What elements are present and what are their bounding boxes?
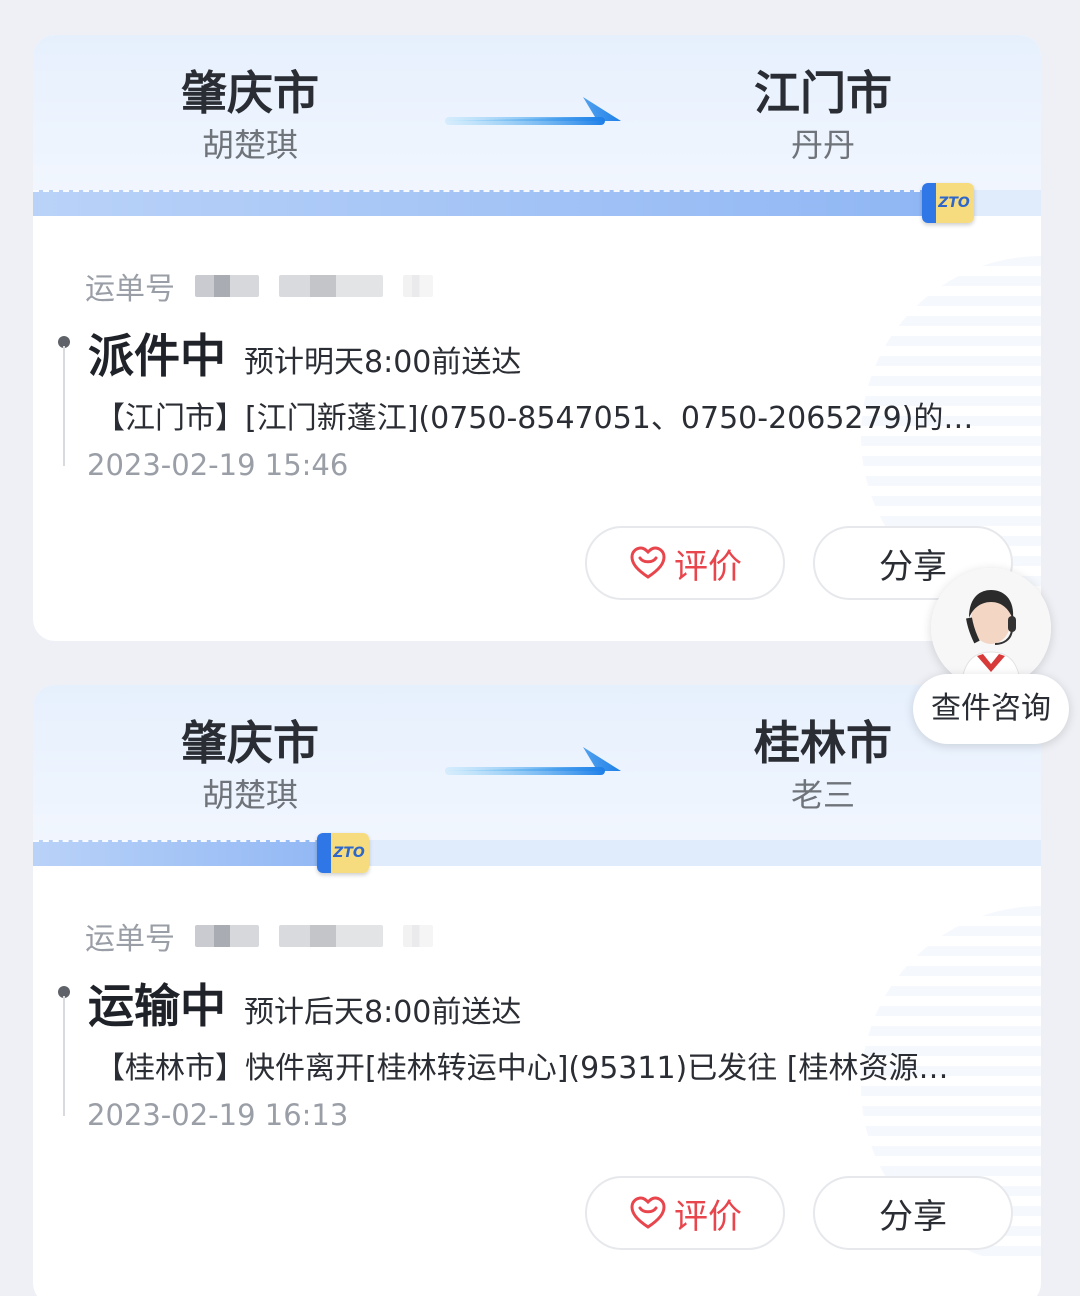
progress-track bbox=[33, 190, 1041, 216]
route-arrow-icon bbox=[445, 747, 621, 775]
rate-label: 评价 bbox=[674, 1196, 742, 1237]
shipment-body: 运单号 运输中 预计后天8:00前送达 【桂林市】快件离开[桂林转运中心](95… bbox=[33, 866, 1041, 1296]
waybill-number[interactable]: 运单号 bbox=[85, 916, 433, 957]
heart-icon bbox=[630, 1196, 666, 1229]
progress-fill bbox=[33, 840, 345, 866]
agent-portrait-icon bbox=[931, 568, 1051, 688]
recipient-name: 丹丹 bbox=[790, 126, 855, 164]
status-title: 派件中 bbox=[88, 329, 226, 383]
share-label: 分享 bbox=[879, 1196, 947, 1237]
redacted-number bbox=[403, 925, 433, 947]
waybill-number[interactable]: 运单号 bbox=[85, 266, 433, 307]
shipment-body: 运单号 派件中 预计明天8:00前送达 【江门市】[江门新蓬江](0750-85… bbox=[33, 216, 1041, 641]
tracking-detail[interactable]: 【桂林市】快件离开[桂林转运中心](95311)已发往 [桂林资源… bbox=[95, 1043, 995, 1087]
redacted-number bbox=[279, 925, 383, 947]
sender-name: 胡楚琪 bbox=[201, 776, 298, 814]
route-header: 肇庆市 胡楚琪 桂林市 老三 ZTO bbox=[33, 685, 1041, 873]
rate-button[interactable]: 评价 bbox=[585, 1176, 785, 1250]
destination-city: 江门市 bbox=[754, 66, 892, 120]
heart-icon bbox=[630, 546, 666, 579]
share-button[interactable]: 分享 bbox=[813, 1176, 1013, 1250]
waybill-label: 运单号 bbox=[85, 922, 175, 957]
origin: 肇庆市 胡楚琪 bbox=[120, 65, 380, 165]
timeline-line bbox=[63, 346, 65, 466]
status-row: 派件中 预计明天8:00前送达 bbox=[88, 320, 521, 386]
service-label[interactable]: 查件咨询 bbox=[913, 674, 1069, 744]
delivery-eta: 预计明天8:00前送达 bbox=[244, 345, 522, 380]
redacted-number bbox=[195, 925, 259, 947]
redacted-number bbox=[195, 275, 259, 297]
progress-fill bbox=[33, 190, 950, 216]
timeline-line bbox=[63, 996, 65, 1116]
rate-label: 评价 bbox=[674, 546, 742, 587]
waybill-label: 运单号 bbox=[85, 272, 175, 307]
delivery-eta: 预计后天8:00前送达 bbox=[244, 995, 522, 1030]
tracking-time: 2023-02-19 16:13 bbox=[87, 1098, 349, 1132]
origin: 肇庆市 胡楚琪 bbox=[120, 715, 380, 815]
tracking-detail[interactable]: 【江门市】[江门新蓬江](0750-8547051、0750-2065279)的… bbox=[95, 393, 995, 437]
shipment-card[interactable]: 肇庆市 胡楚琪 江门市 丹丹 ZTO 运单号 派件中 预计明天8:00前送达 【… bbox=[33, 35, 1041, 641]
route-arrow-icon bbox=[445, 97, 621, 125]
status-title: 运输中 bbox=[88, 979, 226, 1033]
destination: 江门市 丹丹 bbox=[693, 65, 953, 165]
sender-name: 胡楚琪 bbox=[201, 126, 298, 164]
shipment-card[interactable]: 肇庆市 胡楚琪 桂林市 老三 ZTO 运单号 运输中 预计后天8:00前送达 【… bbox=[33, 685, 1041, 1296]
recipient-name: 老三 bbox=[790, 776, 855, 814]
status-row: 运输中 预计后天8:00前送达 bbox=[88, 970, 521, 1036]
route-header: 肇庆市 胡楚琪 江门市 丹丹 ZTO bbox=[33, 35, 1041, 223]
origin-city: 肇庆市 bbox=[181, 716, 319, 770]
progress-track bbox=[33, 840, 1041, 866]
redacted-number bbox=[279, 275, 383, 297]
rate-button[interactable]: 评价 bbox=[585, 526, 785, 600]
redacted-number bbox=[403, 275, 433, 297]
tracking-time: 2023-02-19 15:46 bbox=[87, 448, 349, 482]
service-agent-avatar[interactable] bbox=[931, 568, 1051, 688]
origin-city: 肇庆市 bbox=[181, 66, 319, 120]
customer-service-float[interactable]: 查件咨询 bbox=[913, 568, 1069, 744]
